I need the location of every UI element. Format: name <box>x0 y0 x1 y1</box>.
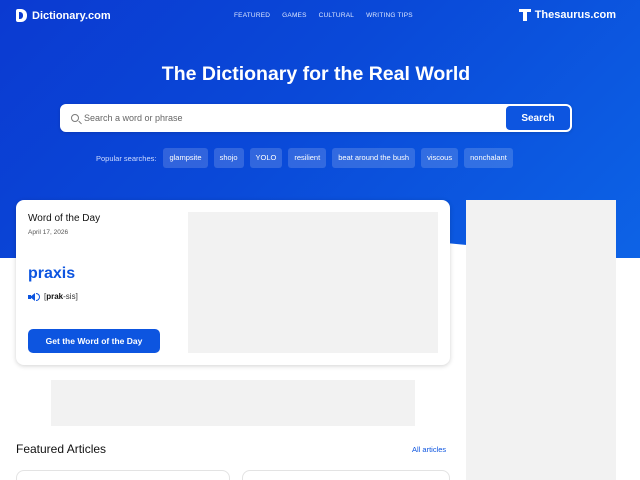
featured-articles-heading: Featured Articles <box>16 442 107 456</box>
article-card[interactable] <box>16 470 230 480</box>
wotd-word[interactable]: praxis <box>28 265 75 283</box>
popular-chip[interactable]: YOLO <box>249 148 283 168</box>
pron-stress: prak <box>46 292 64 301</box>
dictionary-logo[interactable]: Dictionary.com <box>16 9 111 22</box>
page: Dictionary.com FEATURED GAMES CULTURAL W… <box>0 0 640 480</box>
nav-links: FEATURED GAMES CULTURAL WRITING TIPS <box>234 12 413 19</box>
sound-wave-icon <box>36 293 40 301</box>
nav-games[interactable]: GAMES <box>282 12 306 19</box>
pron-rest: -sis] <box>63 292 78 301</box>
thesaurus-text: Thesaurus.com <box>534 9 616 21</box>
word-of-the-day-card: Word of the Day April 17, 2026 praxis [p… <box>16 200 450 365</box>
nav-writing-tips[interactable]: WRITING TIPS <box>366 12 413 19</box>
nav-featured[interactable]: FEATURED <box>234 12 270 19</box>
banner-ad-placeholder <box>51 380 415 426</box>
popular-chip[interactable]: viscous <box>421 148 459 168</box>
popular-chip[interactable]: shojo <box>213 148 244 168</box>
dictionary-logo-icon <box>16 9 27 22</box>
article-card[interactable] <box>242 470 450 480</box>
popular-chip[interactable]: nonchalant <box>464 148 513 168</box>
search-bar: Search <box>60 104 572 132</box>
all-articles-link[interactable]: All articles <box>412 445 446 454</box>
wotd-date: April 17, 2026 <box>28 229 69 236</box>
logo-text: Dictionary.com <box>32 9 111 22</box>
wotd-pronunciation: [prak-sis] <box>44 292 78 301</box>
popular-searches-label: Popular searches: <box>96 153 157 163</box>
nav-cultural[interactable]: CULTURAL <box>319 12 354 19</box>
search-button[interactable]: Search <box>506 106 570 130</box>
thesaurus-logo-icon <box>518 9 531 21</box>
top-nav: Dictionary.com FEATURED GAMES CULTURAL W… <box>0 0 640 32</box>
thesaurus-link[interactable]: Thesaurus.com <box>518 9 616 21</box>
wotd-ad-placeholder <box>188 212 438 353</box>
speaker-icon[interactable] <box>28 292 40 302</box>
page-title: The Dictionary for the Real World <box>161 63 471 85</box>
popular-chip[interactable]: glampsite <box>163 148 208 168</box>
sidebar-ad-placeholder <box>466 200 616 480</box>
popular-chip[interactable]: resilient <box>288 148 327 168</box>
get-word-of-the-day-button[interactable]: Get the Word of the Day <box>28 329 160 353</box>
popular-chip[interactable]: beat around the bush <box>332 148 416 168</box>
wotd-heading: Word of the Day <box>28 213 101 224</box>
popular-searches: Popular searches: glampsite shojo YOLO r… <box>96 148 513 168</box>
search-input[interactable] <box>84 110 504 126</box>
search-icon <box>71 114 79 122</box>
